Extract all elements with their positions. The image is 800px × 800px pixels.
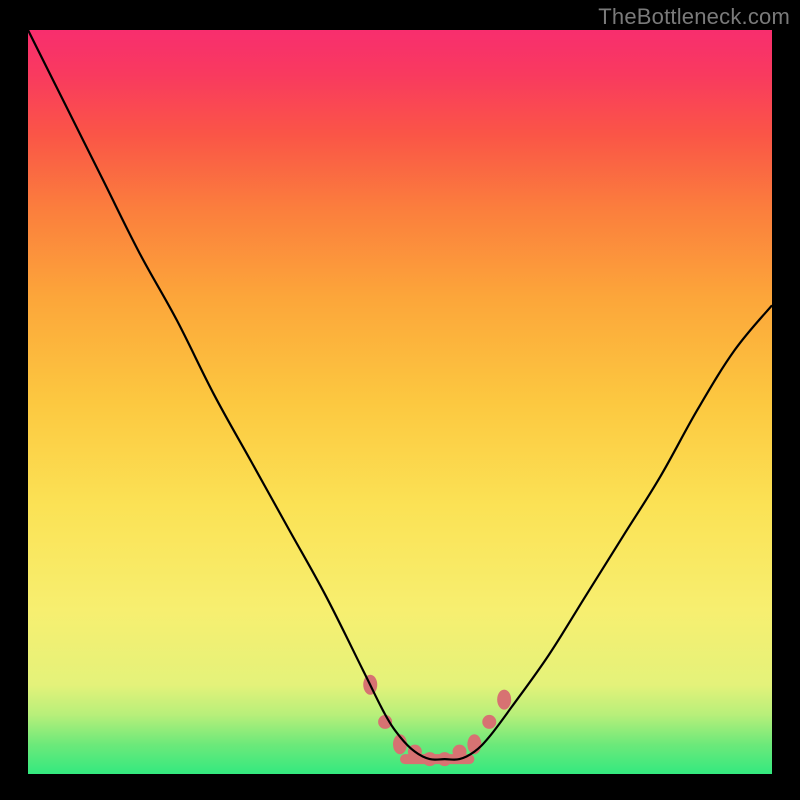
plot-area xyxy=(28,30,772,774)
gradient-background xyxy=(28,30,772,774)
chart-outer-frame: TheBottleneck.com xyxy=(0,0,800,800)
attribution-text: TheBottleneck.com xyxy=(598,4,790,30)
